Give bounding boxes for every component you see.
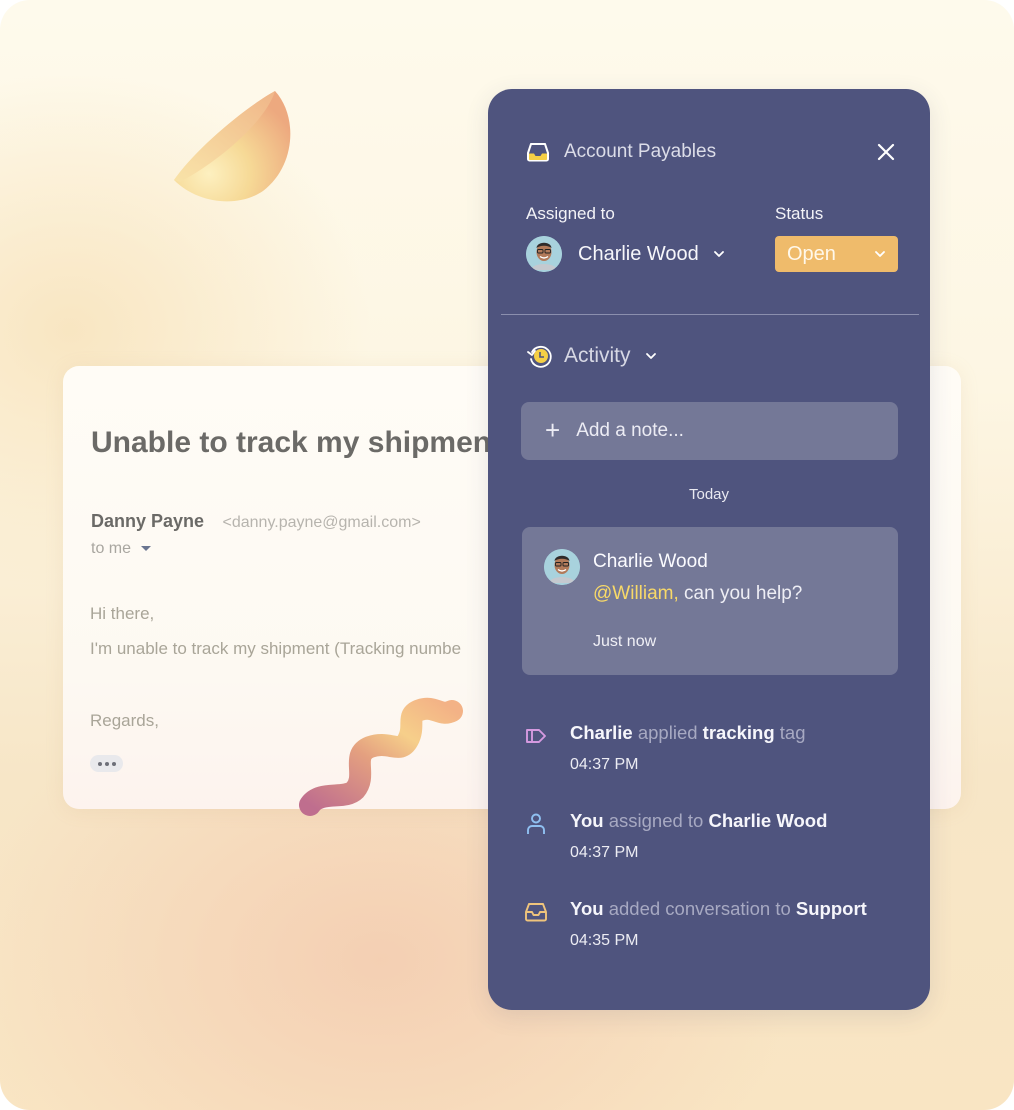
event-text: Charlie applied tracking tag [570, 722, 806, 744]
recipient-label: to me [91, 540, 132, 557]
email-body-line: I'm unable to track my shipment (Trackin… [90, 639, 462, 658]
caret-down-icon [141, 546, 152, 552]
inbox-icon [527, 143, 549, 162]
plus-icon: + [545, 415, 561, 445]
event-object: Support [795, 898, 867, 919]
note-card: Charlie Wood @William, can you help? Jus… [522, 527, 898, 675]
panel-header: Account Payables [526, 141, 896, 163]
activity-toggle[interactable]: Activity [526, 342, 657, 370]
chevron-down-icon [645, 353, 656, 359]
ellipsis-dot [111, 761, 116, 766]
event-verb: added conversation to [608, 898, 791, 919]
panel-title: Account Payables [564, 141, 717, 162]
sender-name: Danny Payne [91, 511, 205, 531]
avatar [526, 236, 562, 272]
bowl-decoration-icon [174, 91, 291, 202]
note-text: @William, can you help? [593, 583, 802, 605]
chevron-down-icon [713, 251, 724, 257]
event-time: 04:37 PM [570, 844, 639, 861]
activity-label: Activity [564, 344, 631, 367]
event-text: You added conversation to Support [570, 898, 867, 920]
close-icon[interactable] [876, 142, 896, 162]
add-note-placeholder: Add a note... [576, 420, 684, 441]
email-signoff: Regards, [90, 711, 159, 730]
inbox-icon [525, 903, 547, 922]
conversation-panel: Account Payables Assigned to Status Char… [488, 89, 930, 1010]
divider [501, 314, 919, 315]
assignee-name: Charlie Wood [578, 242, 699, 265]
tag-icon [526, 729, 546, 743]
ellipsis-icon [97, 761, 102, 766]
email-body-line: Hi there, [90, 604, 155, 623]
event-actor: You [570, 810, 604, 831]
avatar [544, 549, 580, 585]
event-object: tracking [702, 722, 775, 743]
sender-email: <danny.payne@gmail.com> [222, 514, 421, 531]
status-label: Status [775, 204, 824, 223]
status-value: Open [787, 242, 836, 265]
sender-row: Danny Payne <danny.payne@gmail.com> [91, 511, 421, 532]
event-object: Charlie Wood [708, 810, 828, 831]
note-time: Just now [593, 633, 657, 650]
squiggle-decoration-icon [299, 697, 463, 816]
date-divider: Today [688, 486, 730, 503]
note-author: Charlie Wood [593, 551, 708, 572]
user-icon [527, 813, 545, 834]
email-subject: Unable to track my shipment [91, 426, 502, 459]
show-more-button[interactable] [90, 755, 123, 772]
event-suffix: tag [779, 722, 806, 743]
recipient-toggle[interactable]: to me [91, 540, 152, 558]
event-time: 04:35 PM [570, 932, 639, 949]
add-note-input[interactable]: + Add a note... [521, 402, 898, 460]
event-time: 04:37 PM [570, 756, 639, 773]
event-verb: applied [637, 722, 698, 743]
assignee-dropdown[interactable]: Charlie Wood [526, 236, 725, 272]
event-actor: Charlie [570, 722, 633, 743]
mention-link[interactable]: @William, [593, 583, 679, 604]
event-verb: assigned to [608, 810, 704, 831]
assigned-to-label: Assigned to [526, 204, 615, 223]
chevron-down-icon [875, 251, 885, 257]
ellipsis-dot [104, 761, 109, 766]
activity-history-icon [527, 345, 552, 368]
background-stage: Unable to track my shipment Danny Payne … [0, 0, 1014, 1110]
status-dropdown[interactable]: Open [775, 236, 898, 272]
event-actor: You [570, 898, 604, 919]
event-text: You assigned to Charlie Wood [570, 810, 827, 832]
note-body: can you help? [678, 583, 803, 604]
